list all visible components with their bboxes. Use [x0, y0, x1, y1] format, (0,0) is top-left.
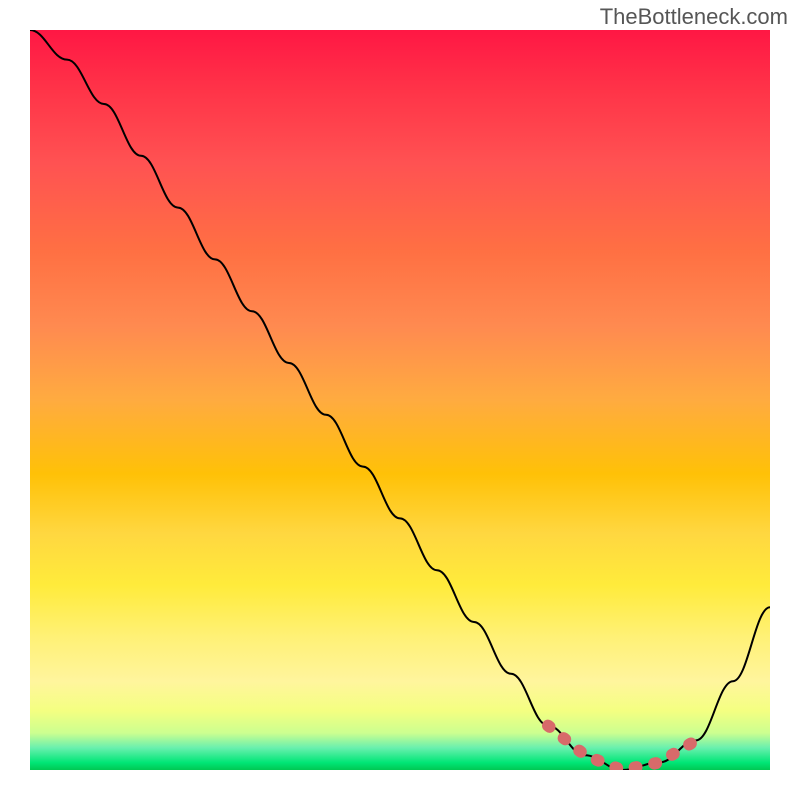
optimal-highlight — [30, 30, 770, 770]
chart-area — [30, 30, 770, 770]
watermark-text: TheBottleneck.com — [600, 4, 788, 30]
